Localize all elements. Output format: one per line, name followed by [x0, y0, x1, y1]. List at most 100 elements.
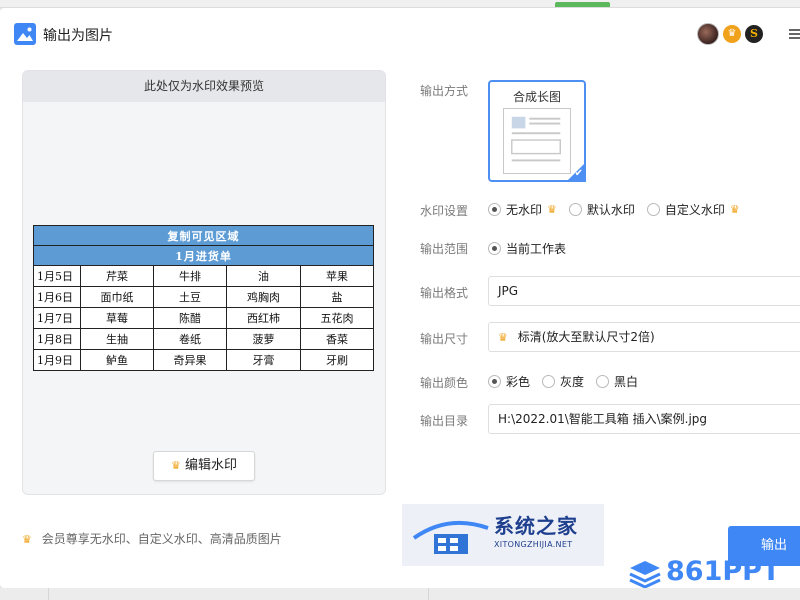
- table-cell: 1月9日: [33, 349, 81, 371]
- crown-icon: ♛: [498, 331, 508, 344]
- xitongzhijia-watermark: 系统之家 XITONGZHIJIA.NET: [402, 504, 604, 566]
- table-cell: 牙膏: [226, 349, 301, 371]
- color-full-option[interactable]: 彩色: [488, 373, 530, 390]
- crown-icon: ♛: [547, 203, 557, 216]
- directory-label: 输出目录: [420, 414, 469, 428]
- long-image-caption: 合成长图: [512, 90, 561, 104]
- table-cell: 卷纸: [153, 328, 227, 350]
- radio[interactable]: [646, 203, 660, 216]
- table-cell: 1月8日: [33, 328, 81, 350]
- watermark-preview-panel: 此处仅为水印效果预览 复制可见区域 1月进货单 1月5日 芹菜 牛排 油 苹果 …: [22, 70, 386, 495]
- table-cell: 1月7日: [33, 307, 81, 329]
- option-label: 灰度: [560, 375, 585, 389]
- option-label: 当前工作表: [506, 242, 567, 256]
- export-image-dialog: 输出为图片 ♛ S 此处仅为水印效果预览 复制可见区域 1月进货单 1月5日 芹…: [0, 8, 800, 589]
- active-tab-indicator: [555, 2, 610, 7]
- color-bw-option[interactable]: 黑白: [596, 373, 638, 390]
- range-label: 输出范围: [420, 242, 469, 256]
- table-cell: 陈醋: [153, 307, 227, 329]
- size-select[interactable]: ♛ 标清(放大至默认尺寸2倍): [488, 322, 800, 352]
- crown-icon: ♛: [170, 459, 181, 472]
- table-row: 1月6日 面巾纸 土豆 鸡胸肉 盐: [33, 286, 374, 308]
- table-row: 1月8日 生抽 卷纸 菠萝 香菜: [33, 328, 374, 350]
- table-row: 1月9日 鲈鱼 奇异果 牙膏 牙刷: [33, 349, 374, 371]
- color-options: 彩色 灰度 黑白: [488, 373, 650, 390]
- radio[interactable]: [568, 203, 582, 216]
- range-current-sheet-option[interactable]: 当前工作表: [488, 240, 566, 257]
- table-cell: 1月5日: [33, 265, 81, 287]
- watermark-label: 水印设置: [420, 204, 469, 218]
- table-cell: 菠萝: [226, 328, 301, 350]
- crown-icon: ♛: [729, 203, 740, 216]
- table-cell: 油: [226, 265, 301, 287]
- size-label: 输出尺寸: [420, 332, 469, 346]
- table-cell: 苹果: [300, 265, 374, 287]
- table-cell: 奇异果: [153, 349, 227, 371]
- long-image-option[interactable]: 合成长图 ✔: [488, 80, 586, 182]
- option-label: 彩色: [506, 375, 531, 389]
- divider: [48, 588, 49, 600]
- sheet-title: 1月进货单: [33, 245, 374, 266]
- option-label: 自定义水印: [664, 203, 725, 217]
- color-label: 输出颜色: [420, 376, 469, 390]
- option-label: 默认水印: [586, 203, 635, 217]
- radio-selected[interactable]: [488, 203, 501, 216]
- table-cell: 鲈鱼: [80, 349, 154, 371]
- table-cell: 土豆: [153, 286, 227, 308]
- watermark-options: 无水印 ♛ 默认水印 自定义水印 ♛: [488, 201, 752, 218]
- watermark-custom-option[interactable]: 自定义水印 ♛: [646, 201, 740, 218]
- check-icon: ✔: [574, 168, 583, 179]
- range-options: 当前工作表: [488, 240, 578, 257]
- table-cell: 五花肉: [300, 307, 374, 329]
- preview-heading: 此处仅为水印效果预览: [23, 71, 385, 102]
- size-value: 标清(放大至默认尺寸2倍): [517, 330, 655, 344]
- watermark-none-option[interactable]: 无水印 ♛: [488, 201, 557, 218]
- format-select[interactable]: JPG: [488, 276, 800, 306]
- table-cell: 1月6日: [33, 286, 81, 308]
- xitongzhijia-url: XITONGZHIJIA.NET: [494, 540, 573, 549]
- option-label: 黑白: [614, 375, 639, 389]
- long-image-thumbnail-icon: [503, 108, 571, 174]
- edit-watermark-button[interactable]: ♛ 编辑水印: [153, 451, 255, 481]
- vip-note-text: 会员尊享无水印、自定义水印、高清品质图片: [41, 532, 282, 546]
- table-cell: 鸡胸肉: [226, 286, 301, 308]
- image-icon: [14, 23, 36, 45]
- radio-selected[interactable]: [488, 242, 501, 255]
- region-label: 复制可见区域: [33, 225, 374, 246]
- output-mode-label: 输出方式: [420, 84, 469, 98]
- vip-crown-icon[interactable]: ♛: [723, 25, 741, 43]
- watermark-default-option[interactable]: 默认水印: [568, 201, 635, 218]
- preview-sheet: 复制可见区域 1月进货单 1月5日 芹菜 牛排 油 苹果 1月6日 面巾纸 土豆…: [33, 225, 374, 371]
- 861ppt-name: 861PPT: [666, 556, 781, 587]
- table-cell: 草莓: [80, 307, 154, 329]
- radio-selected[interactable]: [488, 375, 501, 388]
- dialog-title: 输出为图片: [43, 28, 113, 44]
- vip-note: ♛ 会员尊享无水印、自定义水印、高清品质图片: [22, 530, 282, 547]
- table-row: 1月5日 芹菜 牛排 油 苹果: [33, 265, 374, 287]
- table-cell: 牛排: [153, 265, 227, 287]
- window-top-strip: [0, 0, 800, 8]
- color-gray-option[interactable]: 灰度: [542, 373, 584, 390]
- table-cell: 盐: [300, 286, 374, 308]
- user-avatar[interactable]: [697, 23, 719, 45]
- format-label: 输出格式: [420, 286, 469, 300]
- edit-watermark-label: 编辑水印: [185, 458, 238, 473]
- table-cell: 西红柿: [226, 307, 301, 329]
- window-bottom-strip: [0, 588, 800, 600]
- directory-input[interactable]: H:\2022.01\智能工具箱 插入\案例.jpg: [488, 404, 800, 434]
- table-row: 1月7日 草莓 陈醋 西红柿 五花肉: [33, 307, 374, 329]
- table-cell: 香菜: [300, 328, 374, 350]
- radio[interactable]: [596, 375, 610, 388]
- xitongzhijia-logo-icon: [412, 520, 489, 554]
- menu-icon[interactable]: [789, 29, 800, 39]
- table-cell: 芹菜: [80, 265, 154, 287]
- divider: [428, 588, 429, 600]
- super-member-icon[interactable]: S: [745, 25, 763, 43]
- table-cell: 生抽: [80, 328, 154, 350]
- option-label: 无水印: [506, 203, 543, 217]
- xitongzhijia-name: 系统之家: [494, 514, 578, 538]
- layers-icon: [629, 561, 661, 589]
- crown-icon: ♛: [22, 533, 32, 546]
- table-cell: 牙刷: [300, 349, 374, 371]
- radio[interactable]: [542, 375, 556, 388]
